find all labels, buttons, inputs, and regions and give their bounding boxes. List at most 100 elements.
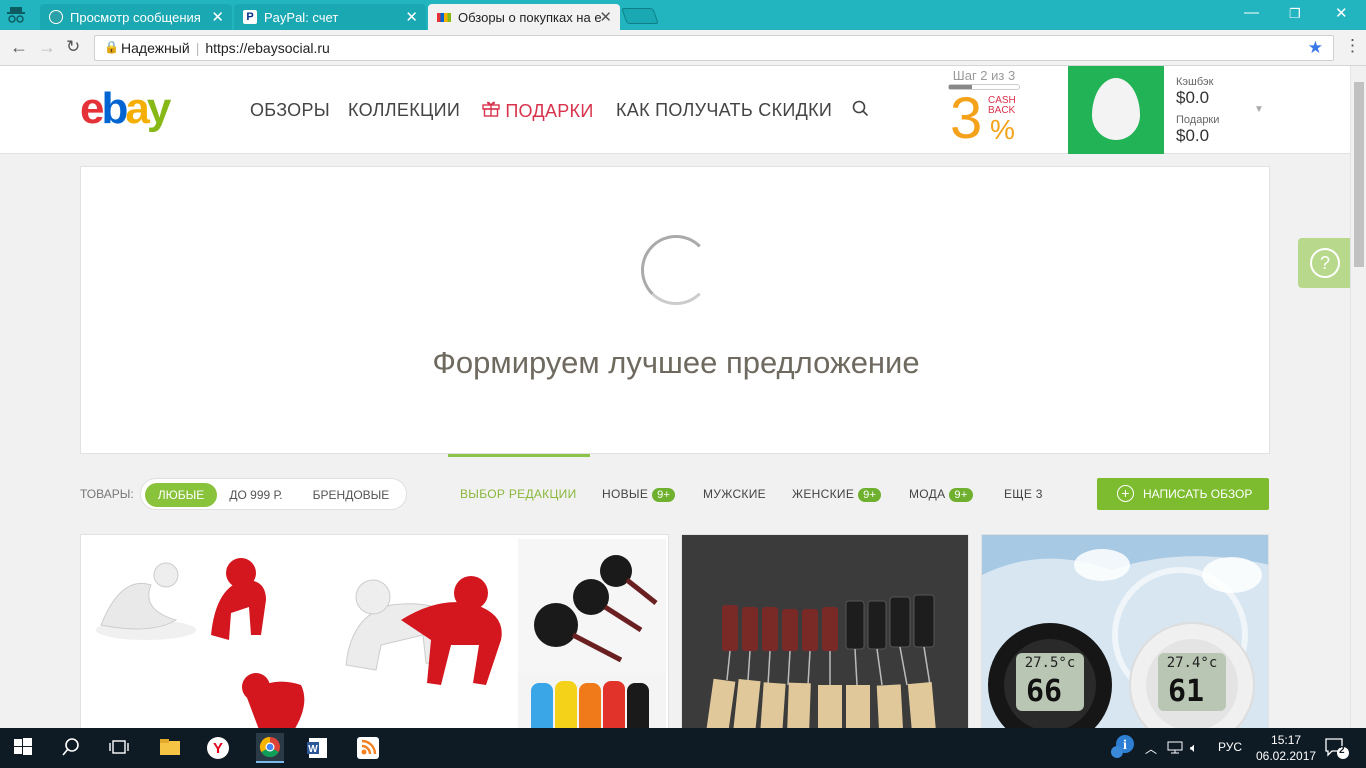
account-dropdown-icon[interactable]: ▼ bbox=[1254, 104, 1264, 115]
paypal-favicon-icon: P bbox=[243, 10, 257, 24]
product-image-hooks bbox=[96, 539, 666, 728]
price-filter-group: ЛЮБЫЕ ДО 999 Р. БРЕНДОВЫЕ bbox=[140, 478, 407, 510]
show-hidden-icons-icon[interactable]: ︿ bbox=[1145, 740, 1157, 757]
word-icon[interactable]: W bbox=[306, 736, 330, 760]
count-badge: 9+ bbox=[858, 488, 882, 502]
tab-men[interactable]: МУЖСКИЕ bbox=[703, 487, 766, 501]
nav-discounts[interactable]: КАК ПОЛУЧАТЬ СКИДКИ bbox=[616, 100, 832, 121]
tab-more[interactable]: ЕЩЕ 3 bbox=[1004, 487, 1043, 501]
count-badge: 9+ bbox=[652, 488, 676, 502]
notification-count: 2 bbox=[1339, 745, 1345, 756]
windows-start-icon[interactable] bbox=[12, 736, 36, 760]
tab-ebay-reviews[interactable]: Обзоры о покупках на е ✕ bbox=[428, 4, 620, 30]
rss-app-icon[interactable] bbox=[356, 736, 380, 760]
tab-title: Обзоры о покупках на е bbox=[458, 10, 602, 25]
plus-icon: + bbox=[1117, 485, 1134, 502]
nav-gifts[interactable]: ПОДАРКИ bbox=[482, 100, 594, 122]
gift-icon bbox=[482, 101, 505, 121]
network-icon[interactable] bbox=[1167, 740, 1183, 757]
tab-women[interactable]: ЖЕНСКИЕ 9+ bbox=[792, 487, 882, 502]
filter-brand[interactable]: БРЕНДОВЫЕ bbox=[303, 483, 399, 507]
cashback-value: $0.0 bbox=[1176, 88, 1210, 107]
egg-avatar-icon bbox=[1092, 78, 1140, 140]
tab-close-icon[interactable]: ✕ bbox=[599, 8, 612, 26]
tab-favicon-icon bbox=[49, 10, 63, 24]
input-language[interactable]: РУС bbox=[1218, 740, 1242, 754]
svg-text:i: i bbox=[1123, 738, 1127, 753]
url-text: https://ebaysocial.ru bbox=[205, 40, 330, 56]
product-card[interactable]: 27.5°c 66 27.4°c 61 bbox=[981, 534, 1269, 728]
product-card[interactable] bbox=[681, 534, 969, 728]
nav-gifts-label: ПОДАРКИ bbox=[505, 101, 594, 121]
active-tab-underline bbox=[448, 454, 590, 457]
nav-reviews[interactable]: ОБЗОРЫ bbox=[250, 100, 330, 121]
tab-message-view[interactable]: Просмотр сообщения ✕ bbox=[40, 4, 232, 30]
cashback-label: Кэшбэк bbox=[1176, 76, 1214, 88]
new-tab-button[interactable] bbox=[621, 8, 659, 24]
site-header: ebay ОБЗОРЫ КОЛЛЕКЦИИ ПОДАРКИ КАК ПОЛУЧА… bbox=[0, 66, 1350, 154]
web-page: ebay ОБЗОРЫ КОЛЛЕКЦИИ ПОДАРКИ КАК ПОЛУЧА… bbox=[0, 66, 1350, 728]
system-clock[interactable]: 15:17 06.02.2017 bbox=[1256, 732, 1316, 764]
filter-any[interactable]: ЛЮБЫЕ bbox=[145, 483, 217, 507]
cashback-step-text: Шаг 2 из 3 bbox=[952, 68, 1016, 83]
file-explorer-icon[interactable] bbox=[158, 736, 182, 760]
back-arrow-icon[interactable]: ← bbox=[10, 37, 28, 58]
nav-collections[interactable]: КОЛЛЕКЦИИ bbox=[348, 100, 460, 121]
taskbar: Y W i ︿ 🔈︎ РУС 15:17 06.02.2017 2 bbox=[0, 728, 1366, 768]
bookmark-star-icon[interactable]: ★ bbox=[1308, 38, 1323, 58]
tab-paypal[interactable]: P PayPal: счет ✕ bbox=[234, 4, 426, 30]
count-badge: 9+ bbox=[949, 488, 973, 502]
thermo-right-temp: 27.4°c bbox=[1167, 655, 1218, 671]
clock-date: 06.02.2017 bbox=[1256, 749, 1317, 763]
yandex-browser-icon[interactable]: Y bbox=[206, 736, 230, 760]
write-review-label: НАПИСАТЬ ОБЗОР bbox=[1143, 487, 1253, 501]
product-card[interactable] bbox=[80, 534, 669, 728]
svg-text:W: W bbox=[308, 744, 318, 755]
product-image-thermometers: 27.5°c 66 27.4°c 61 bbox=[982, 535, 1268, 728]
url-field[interactable]: 🔒 Надежный | https://ebaysocial.ru ★ bbox=[94, 35, 1334, 61]
task-view-icon[interactable] bbox=[108, 736, 132, 760]
tab-fashion[interactable]: МОДА 9+ bbox=[909, 487, 973, 502]
loading-panel: Формируем лучшее предложение bbox=[80, 166, 1270, 454]
info-notification-icon[interactable]: i bbox=[1110, 734, 1136, 763]
forward-arrow-icon[interactable]: → bbox=[38, 37, 56, 58]
user-avatar[interactable] bbox=[1068, 66, 1164, 154]
tab-editors-choice[interactable]: ВЫБОР РЕДАКЦИИ bbox=[460, 487, 577, 501]
browser-menu-icon[interactable]: ⋮ bbox=[1344, 36, 1361, 56]
help-question-icon: ? bbox=[1310, 248, 1340, 278]
gifts-value: $0.0 bbox=[1176, 126, 1210, 145]
reload-icon[interactable]: ↻ bbox=[66, 37, 80, 57]
page-scrollbar[interactable] bbox=[1350, 66, 1366, 728]
help-button[interactable]: ? bbox=[1298, 238, 1350, 288]
svg-text:Y: Y bbox=[213, 740, 223, 757]
loading-spinner-icon bbox=[641, 235, 711, 305]
ebay-logo[interactable]: ebay bbox=[80, 84, 171, 134]
incognito-icon bbox=[6, 6, 28, 24]
address-bar-row: ← → ↻ 🔒 Надежный | https://ebaysocial.ru ★… bbox=[0, 30, 1366, 66]
chrome-icon[interactable] bbox=[256, 733, 284, 763]
tab-close-icon[interactable]: ✕ bbox=[211, 8, 224, 26]
write-review-button[interactable]: + НАПИСАТЬ ОБЗОР bbox=[1097, 478, 1269, 510]
window-close-icon[interactable]: ✕ bbox=[1335, 4, 1348, 22]
clock-time: 15:17 bbox=[1271, 733, 1302, 747]
loading-text: Формируем лучшее предложение bbox=[432, 345, 920, 380]
lock-icon: 🔒 bbox=[104, 40, 119, 54]
volume-icon[interactable]: 🔈︎ bbox=[1190, 740, 1198, 756]
secure-label: Надежный bbox=[121, 40, 190, 56]
minimize-icon[interactable]: — bbox=[1244, 4, 1259, 21]
action-center-icon[interactable]: 2 bbox=[1324, 736, 1350, 763]
scrollbar-thumb[interactable] bbox=[1354, 82, 1364, 267]
browser-tab-strip: Просмотр сообщения ✕ P PayPal: счет ✕ Об… bbox=[0, 0, 1366, 30]
tab-new[interactable]: НОВЫЕ 9+ bbox=[602, 487, 676, 502]
thermo-left-humidity: 66 bbox=[1026, 674, 1062, 709]
filter-under-999[interactable]: ДО 999 Р. bbox=[221, 483, 291, 507]
gifts-label: Подарки bbox=[1176, 114, 1220, 126]
search-icon[interactable] bbox=[60, 736, 84, 760]
ebay-favicon-icon bbox=[437, 13, 451, 22]
search-icon[interactable] bbox=[852, 100, 869, 117]
tab-close-icon[interactable]: ✕ bbox=[405, 8, 418, 26]
tab-title: Просмотр сообщения bbox=[70, 10, 201, 25]
restore-icon[interactable]: ❐ bbox=[1289, 6, 1301, 22]
thermo-right-humidity: 61 bbox=[1168, 674, 1204, 709]
tab-title: PayPal: счет bbox=[264, 10, 339, 25]
